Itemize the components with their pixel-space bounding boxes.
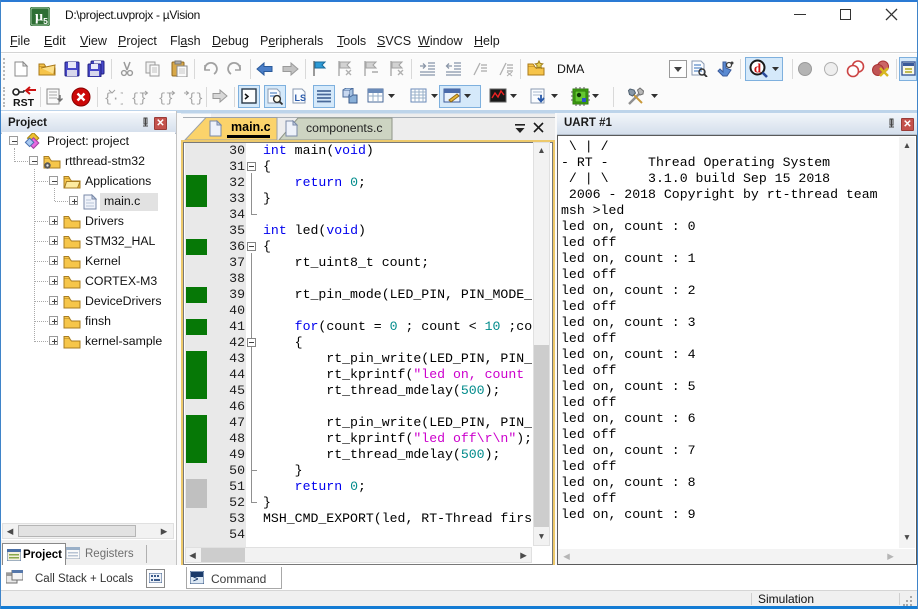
svg-text:{}: {} [188, 91, 203, 106]
svg-text:µ: µ [35, 10, 43, 25]
svg-text:RST: RST [13, 97, 35, 108]
svg-text:>: > [193, 574, 198, 584]
svg-text:d: d [754, 61, 762, 76]
svg-text:LS: LS [295, 93, 307, 103]
svg-text:{·}: {·} [104, 91, 123, 106]
svg-text:5: 5 [43, 16, 48, 26]
